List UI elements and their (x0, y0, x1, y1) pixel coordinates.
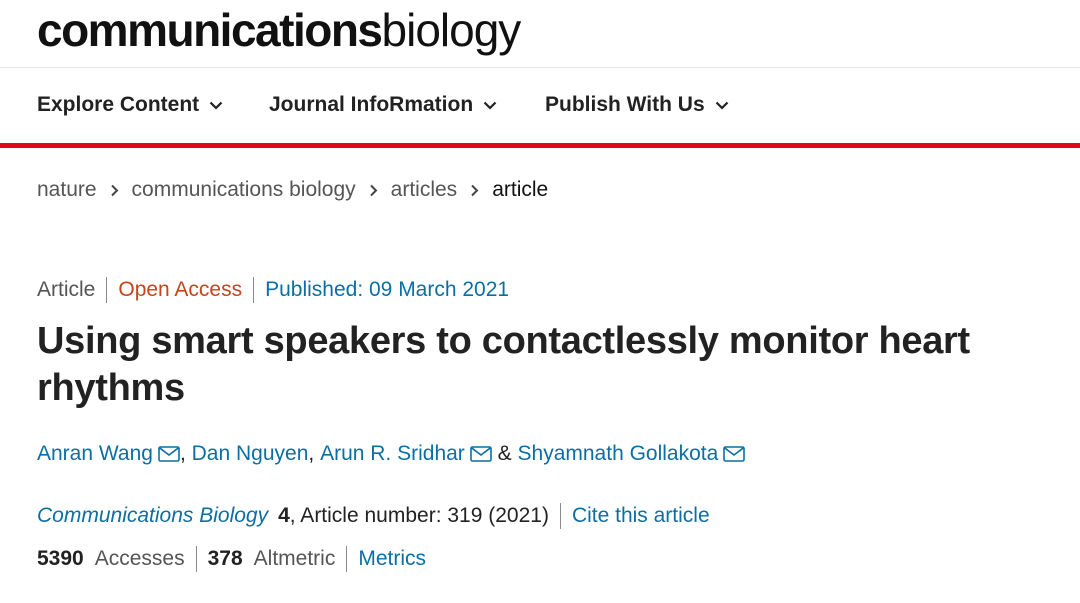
chevron-right-icon (369, 184, 378, 197)
main-nav: Explore Content Journal InfoRmation Publ… (0, 68, 1080, 148)
article-metrics: 5390 Accesses 378 Altmetric Metrics (37, 546, 426, 572)
open-access-badge: Open Access (118, 278, 243, 301)
divider (253, 277, 255, 303)
author-shyamnath-gollakota[interactable]: Shyamnath Gollakota (518, 442, 719, 466)
accesses-label: Accesses (94, 547, 185, 570)
altmetric-label: Altmetric (253, 547, 336, 570)
author-dan-nguyen[interactable]: Dan Nguyen (192, 442, 309, 466)
journal-logo[interactable]: communicationsbiology (37, 3, 522, 57)
altmetric-count: 378 (207, 547, 243, 570)
article-type: Article (37, 278, 96, 301)
breadcrumb-current: article (492, 178, 549, 201)
author-list: Anran Wang , Dan Nguyen , Arun R. Sridha… (37, 442, 746, 466)
breadcrumb: nature communications biology articles a… (37, 178, 548, 202)
divider (195, 546, 197, 572)
citation-line: Communications Biology 4 , Article numbe… (37, 503, 710, 529)
chevron-right-icon (470, 184, 479, 197)
divider (346, 546, 348, 572)
chevron-right-icon (110, 184, 119, 197)
mail-icon[interactable] (470, 446, 492, 462)
article-meta: Article Open Access Published: 09 March … (37, 277, 509, 303)
volume-number: 4 (278, 504, 290, 527)
author-separator: , (179, 442, 186, 465)
accesses-count: 5390 (37, 547, 84, 570)
mail-icon[interactable] (158, 446, 180, 462)
mail-icon[interactable] (723, 446, 746, 462)
author-separator-and: & (497, 442, 512, 465)
chevron-down-icon (209, 101, 223, 110)
divider (559, 503, 561, 529)
cite-this-article-link[interactable]: Cite this article (572, 504, 710, 528)
nav-label: Journal InfoRmation (269, 93, 474, 116)
breadcrumb-articles[interactable]: articles (391, 178, 458, 202)
breadcrumb-nature[interactable]: nature (37, 178, 97, 202)
nav-publish-with-us[interactable]: Publish With Us (545, 93, 729, 117)
author-anran-wang[interactable]: Anran Wang (37, 442, 153, 466)
chevron-down-icon (483, 101, 497, 110)
article-title: Using smart speakers to contactlessly mo… (37, 320, 970, 409)
nav-journal-information[interactable]: Journal InfoRmation (269, 93, 497, 117)
nav-label: Publish With Us (545, 93, 705, 116)
author-separator: , (308, 442, 315, 465)
article-number: , Article number: 319 (2021) (289, 504, 549, 527)
nav-explore-content[interactable]: Explore Content (37, 93, 223, 117)
site-header: communicationsbiology (0, 0, 1080, 68)
journal-name[interactable]: Communications Biology (37, 504, 268, 528)
divider (106, 277, 108, 303)
chevron-down-icon (715, 101, 728, 110)
nav-label: Explore Content (37, 93, 200, 116)
breadcrumb-communications-biology[interactable]: communications biology (132, 178, 356, 202)
metrics-link[interactable]: Metrics (358, 547, 426, 571)
author-arun-sridhar[interactable]: Arun R. Sridhar (320, 442, 465, 466)
logo-light-text: biology (381, 4, 522, 56)
logo-bold-text: communications (37, 4, 383, 56)
published-date: Published: 09 March 2021 (265, 278, 510, 301)
